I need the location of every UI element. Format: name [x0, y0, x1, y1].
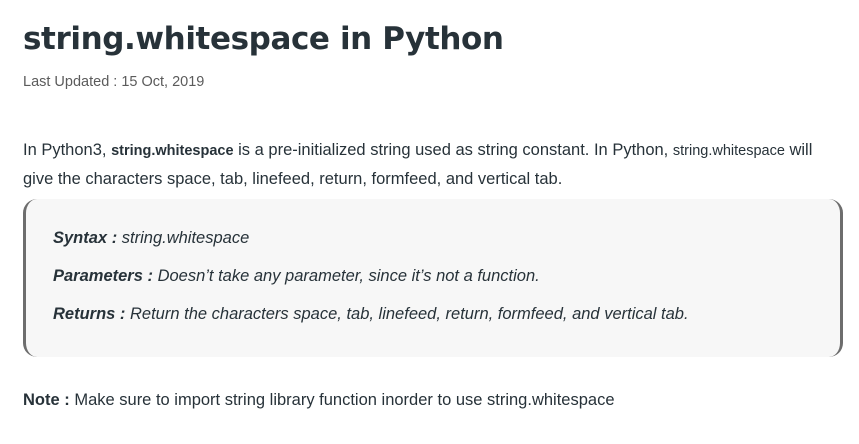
page-title: string.whitespace in Python [23, 21, 504, 57]
parameters-value: Doesn’t take any parameter, since it’s n… [152, 267, 540, 285]
note-text: Make sure to import string library funct… [69, 391, 615, 409]
parameters-line: Parameters : Doesn’t take any parameter,… [53, 265, 540, 287]
syntax-line: Syntax : string.whitespace [53, 227, 249, 249]
note-paragraph: Note : Make sure to import string librar… [23, 388, 615, 412]
intro-paragraph: In Python3, string.whitespace is a pre-i… [23, 136, 847, 193]
intro-keyword-bold: string.whitespace [111, 143, 234, 159]
intro-text-1: In Python3, [23, 141, 112, 159]
note-label: Note : [23, 391, 70, 409]
returns-line: Returns : Return the characters space, t… [53, 303, 689, 325]
parameters-label: Parameters : [53, 267, 153, 285]
returns-value: Return the characters space, tab, linefe… [125, 305, 689, 323]
syntax-value: string.whitespace [117, 229, 250, 247]
syntax-blockquote: Syntax : string.whitespace Parameters : … [23, 199, 843, 357]
returns-label: Returns : [53, 305, 126, 323]
last-updated-date: Last Updated : 15 Oct, 2019 [23, 74, 205, 90]
syntax-label: Syntax : [53, 229, 118, 247]
intro-keyword-plain: string.whitespace [672, 143, 785, 159]
intro-text-2: is a pre-initialized string used as stri… [233, 141, 673, 159]
